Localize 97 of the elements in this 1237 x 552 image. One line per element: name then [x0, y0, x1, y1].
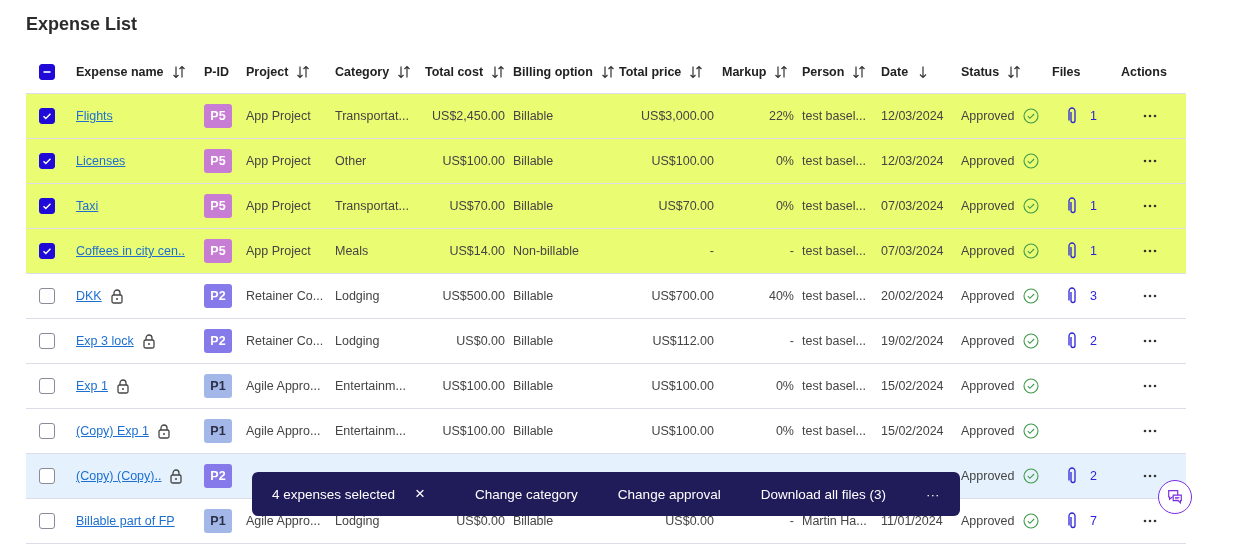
project-id-badge: P5	[204, 149, 232, 173]
total-cost-cell: US$14.00	[449, 244, 505, 258]
column-header: P-ID	[204, 64, 229, 79]
person-cell: test basel...	[802, 154, 866, 168]
markup-cell: 22%	[768, 109, 794, 123]
column-header: Files	[1052, 64, 1081, 79]
billing-cell: Billable	[513, 199, 554, 213]
total-cost-cell: US$70.00	[449, 199, 505, 213]
person-cell: test basel...	[802, 424, 866, 438]
person-cell: test basel...	[802, 334, 866, 348]
selection-count: 4 expenses selected	[272, 486, 396, 502]
total-price-cell: US$3,000.00	[641, 109, 714, 123]
date-cell: 12/03/2024	[881, 109, 944, 123]
total-price-cell: -	[709, 244, 714, 258]
project-cell: Retainer Co...	[246, 289, 324, 303]
column-header: Actions	[1121, 64, 1167, 79]
status-text: Approved	[961, 334, 1015, 348]
billing-cell: Billable	[513, 379, 554, 393]
total-price-cell: US$100.00	[651, 379, 714, 393]
category-cell: Transportat...	[335, 109, 409, 123]
project-cell: Agile Appro...	[246, 424, 321, 438]
total-cost-cell: US$100.00	[442, 154, 505, 168]
markup-cell: -	[789, 514, 794, 528]
status-text: Approved	[961, 424, 1015, 438]
person-cell: test basel...	[802, 289, 866, 303]
date-cell: 19/02/2024	[881, 334, 944, 348]
project-id-badge: P2	[204, 329, 232, 353]
page-title: Expense List	[26, 14, 138, 35]
total-cost-cell: US$2,450.00	[432, 109, 505, 123]
total-cost-cell: US$500.00	[442, 289, 505, 303]
category-cell: Entertainm...	[335, 379, 406, 393]
person-cell: test basel...	[802, 199, 866, 213]
project-id-badge: P5	[204, 194, 232, 218]
status-text: Approved	[961, 109, 1015, 123]
category-cell: Lodging	[335, 334, 380, 348]
total-price-cell: US$700.00	[651, 289, 714, 303]
project-id-badge: P2	[204, 464, 232, 488]
status-text: Approved	[961, 289, 1015, 303]
date-cell: 15/02/2024	[881, 379, 944, 393]
total-cost-cell: US$0.00	[456, 334, 505, 348]
total-price-cell: US$112.00	[652, 334, 714, 348]
project-cell: Agile Appro...	[246, 379, 321, 393]
markup-cell: 0%	[775, 199, 794, 213]
markup-cell: -	[789, 334, 794, 348]
project-id-badge: P1	[204, 419, 232, 443]
billing-cell: Billable	[513, 334, 554, 348]
date-cell: 20/02/2024	[881, 289, 944, 303]
category-cell: Meals	[335, 244, 369, 258]
billing-cell: Non-billable	[513, 244, 579, 258]
total-cost-cell: US$100.00	[442, 379, 505, 393]
date-cell: 07/03/2024	[881, 244, 944, 258]
total-price-cell: US$100.00	[651, 154, 714, 168]
status-text: Approved	[961, 379, 1015, 393]
billing-cell: Billable	[513, 289, 554, 303]
project-cell: App Project	[246, 109, 311, 123]
status-text: Approved	[961, 154, 1015, 168]
markup-cell: -	[789, 244, 794, 258]
billing-cell: Billable	[513, 424, 554, 438]
project-cell: Retainer Co...	[246, 334, 324, 348]
total-cost-cell: US$100.00	[442, 424, 505, 438]
date-cell: 15/02/2024	[881, 424, 944, 438]
project-cell: App Project	[246, 244, 311, 258]
date-cell: 12/03/2024	[881, 154, 944, 168]
project-id-badge: P2	[204, 284, 232, 308]
person-cell: test basel...	[802, 379, 866, 393]
date-cell: 11/01/2024	[881, 514, 943, 528]
status-text: Approved	[961, 199, 1015, 213]
status-text: Approved	[961, 469, 1015, 483]
category-cell: Lodging	[335, 289, 380, 303]
project-cell: Agile Appro...	[246, 514, 321, 528]
billing-cell: Billable	[513, 109, 554, 123]
project-id-badge: P5	[204, 239, 232, 263]
billing-cell: Billable	[513, 514, 554, 528]
markup-cell: 0%	[775, 379, 794, 393]
category-cell: Transportat...	[335, 199, 409, 213]
person-cell: Martin Ha...	[802, 514, 867, 528]
total-price-cell: US$100.00	[651, 424, 714, 438]
total-price-cell: US$0.00	[665, 514, 714, 528]
markup-cell: 0%	[775, 154, 794, 168]
project-id-badge: P1	[204, 374, 232, 398]
status-text: Approved	[961, 514, 1015, 528]
project-cell: App Project	[246, 199, 311, 213]
category-cell: Lodging	[335, 514, 380, 528]
date-cell: 07/03/2024	[881, 199, 944, 213]
status-text: Approved	[961, 244, 1015, 258]
billing-cell: Billable	[513, 154, 554, 168]
project-id-badge: P1	[204, 509, 232, 533]
category-cell: Other	[335, 154, 367, 168]
total-cost-cell: US$0.00	[456, 514, 505, 528]
category-cell: Entertainm...	[335, 424, 406, 438]
project-cell: App Project	[246, 154, 311, 168]
markup-cell: 0%	[775, 424, 794, 438]
total-price-cell: US$70.00	[658, 199, 714, 213]
markup-cell: 40%	[768, 289, 794, 303]
person-cell: test basel...	[802, 109, 866, 123]
person-cell: test basel...	[802, 244, 866, 258]
project-id-badge: P5	[204, 104, 232, 128]
